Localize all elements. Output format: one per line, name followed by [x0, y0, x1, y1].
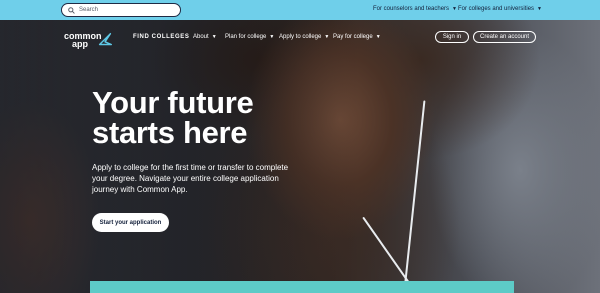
apply-label: Apply to college [279, 34, 322, 40]
sign-in-button[interactable]: Sign in [435, 31, 469, 43]
search-input[interactable]: Search [61, 3, 181, 17]
counselors-teachers-menu[interactable]: For counselors and teachers ▼ [373, 6, 457, 12]
common-app-logo[interactable]: common app [64, 31, 114, 49]
chevron-down-icon: ▼ [211, 34, 217, 40]
logo-text: common app [64, 32, 102, 49]
hero-overlay [0, 20, 600, 293]
chevron-down-icon: ▼ [537, 6, 542, 12]
pay-for-college-menu[interactable]: Pay for college ▼ [333, 34, 381, 40]
start-application-button[interactable]: Start your application [92, 213, 169, 232]
search-placeholder: Search [79, 7, 99, 13]
find-colleges-link[interactable]: FIND COLLEGES [133, 34, 189, 40]
logo-text-line2: app [72, 39, 89, 49]
plan-for-college-menu[interactable]: Plan for college ▼ [225, 34, 274, 40]
common-app-logo-icon [98, 32, 113, 46]
hero-subtext: Apply to college for the first time or t… [92, 163, 289, 194]
colleges-universities-menu[interactable]: For colleges and universities ▼ [458, 6, 542, 12]
chevron-down-icon: ▼ [375, 34, 381, 40]
chevron-down-icon: ▼ [269, 34, 275, 40]
colleges-universities-label: For colleges and universities [458, 6, 535, 12]
about-menu[interactable]: About ▼ [193, 34, 217, 40]
apply-to-college-menu[interactable]: Apply to college ▼ [279, 34, 329, 40]
hero-section [0, 20, 600, 293]
create-account-button[interactable]: Create an account [473, 31, 536, 43]
utility-bar: Search For counselors and teachers ▼ For… [0, 0, 600, 20]
chevron-down-icon: ▼ [452, 6, 457, 12]
about-label: About [193, 34, 209, 40]
counselors-teachers-label: For counselors and teachers [373, 6, 450, 12]
hero-headline: Your future starts here [92, 85, 312, 150]
teal-banner [90, 281, 514, 293]
headline-line1: Your future [92, 85, 254, 120]
headline-line2: starts here [92, 115, 248, 150]
find-colleges-label: FIND COLLEGES [133, 34, 190, 40]
plan-label: Plan for college [225, 34, 267, 40]
chevron-down-icon: ▼ [324, 34, 330, 40]
search-icon [68, 6, 75, 14]
pay-label: Pay for college [333, 34, 373, 40]
